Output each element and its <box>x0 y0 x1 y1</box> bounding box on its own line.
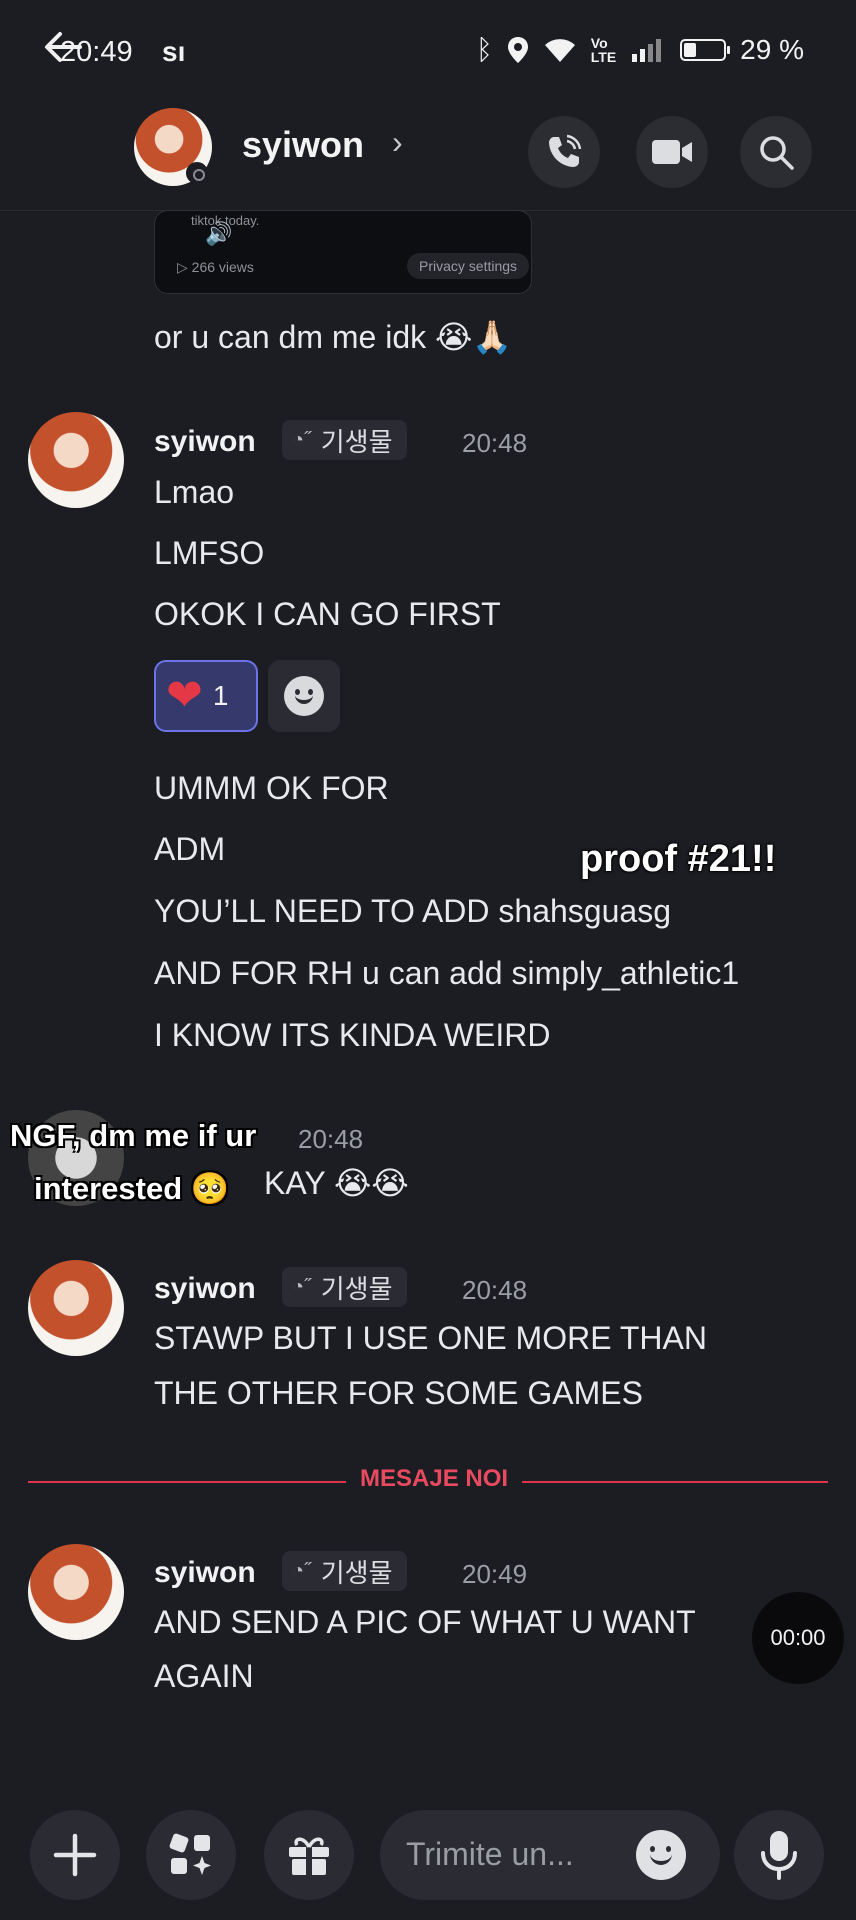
video-views: ▷ 266 views <box>177 259 254 275</box>
guild-tag[interactable]: ◔˝ 기생물 <box>282 1551 407 1591</box>
overlay-ngf-line1: NGF, dm me if ur <box>10 1118 257 1153</box>
guild-badge-icon: ◔˝ <box>292 1275 311 1298</box>
call-icon <box>549 134 582 167</box>
speaker-icon: 🔊 <box>205 221 233 246</box>
message-line: KAY <box>264 1165 326 1201</box>
apps-button[interactable] <box>146 1810 236 1900</box>
message-line: LMFSO <box>154 535 265 571</box>
reaction-count: 1 <box>212 680 229 711</box>
message-text: KAY 😭😭 <box>264 1164 409 1202</box>
emoji: 😭😭 <box>333 1165 409 1201</box>
privacy-settings-button[interactable]: Privacy settings <box>407 253 530 279</box>
message-username[interactable]: syiwon <box>154 425 256 459</box>
recording-timer: 00:00 <box>752 1592 844 1684</box>
location-icon <box>507 37 528 63</box>
search-button[interactable] <box>740 116 812 188</box>
volte-icon: Vo LTE <box>590 35 617 65</box>
carrier-icon: sı <box>162 36 186 67</box>
avatar[interactable] <box>28 412 124 508</box>
chevron-right-icon[interactable]: › <box>392 124 403 161</box>
overlay-ngf-text: interested <box>34 1171 183 1206</box>
message-line: STAWP BUT I USE ONE MORE THAN <box>154 1320 707 1356</box>
message-line: AGAIN <box>154 1658 254 1694</box>
message-line: AND FOR RH u can add simply_athletic1 <box>154 955 740 991</box>
guild-tag-label: 기생물 <box>320 1557 393 1588</box>
add-reaction-icon <box>284 676 324 716</box>
message-input[interactable]: Trimite un... <box>380 1810 720 1900</box>
message-line: Lmao <box>154 474 235 510</box>
message-timestamp: 20:49 <box>462 1559 528 1589</box>
overlay-ngf-line2: interested 🥺 <box>34 1170 229 1207</box>
emoji-icon[interactable] <box>636 1830 686 1880</box>
chat-header <box>0 110 856 211</box>
message-line: ADM <box>154 831 226 867</box>
views-count: 266 views <box>191 259 254 275</box>
mic-icon <box>761 1831 797 1880</box>
video-call-button[interactable] <box>636 116 708 188</box>
offline-status-icon <box>186 162 208 184</box>
chat-title[interactable]: syiwon <box>242 124 364 166</box>
avatar[interactable] <box>28 1544 124 1640</box>
status-bar: 20:49 sı ᛒ Vo LTE 29 % <box>0 0 856 110</box>
plus-icon <box>53 1833 97 1877</box>
message-username[interactable]: syiwon <box>154 1272 256 1306</box>
message-line: AND SEND A PIC OF WHAT U WANT <box>154 1604 696 1640</box>
message-line: OKOK I CAN GO FIRST <box>154 596 501 632</box>
message-line: THE OTHER FOR SOME GAMES <box>154 1375 643 1411</box>
back-arrow-icon <box>45 32 82 62</box>
battery-icon <box>680 39 731 61</box>
signal-icon <box>632 39 662 62</box>
guild-tag[interactable]: ◔˝ 기생물 <box>282 420 407 460</box>
guild-tag-label: 기생물 <box>320 426 393 457</box>
message-timestamp: 20:48 <box>462 428 528 458</box>
bluetooth-icon: ᛒ <box>475 34 493 65</box>
message-timestamp: 20:48 <box>298 1124 364 1154</box>
message-line: I KNOW ITS KINDA WEIRD <box>154 1017 551 1053</box>
apps-icon <box>169 1833 211 1875</box>
guild-badge-icon: ◔˝ <box>292 428 311 451</box>
message-line: YOU’LL NEED TO ADD shahsguasg <box>154 893 671 929</box>
new-messages-divider: MESAJE NOI <box>28 1465 828 1493</box>
gift-icon <box>289 1837 329 1875</box>
status-icons: ᛒ Vo LTE 29 % <box>476 34 804 66</box>
message-input-placeholder: Trimite un... <box>406 1836 574 1872</box>
attach-button[interactable] <box>30 1810 120 1900</box>
guild-tag[interactable]: ◔˝ 기생물 <box>282 1267 407 1307</box>
voice-call-button[interactable] <box>528 116 600 188</box>
heart-emoji: ❤ <box>166 671 203 720</box>
voice-message-button[interactable] <box>734 1810 824 1900</box>
video-icon <box>652 140 692 164</box>
message-text: or u can dm me idk 😭🙏🏻 <box>154 318 512 356</box>
back-button[interactable] <box>40 24 90 74</box>
overlay-proof-text: proof #21!! <box>579 838 777 881</box>
pleading-emoji: 🥺 <box>190 1171 230 1206</box>
guild-tag-label: 기생물 <box>320 1273 393 1304</box>
emoji: 😭🙏🏻 <box>435 319 513 355</box>
message-username[interactable]: syiwon <box>154 1556 256 1590</box>
message-line: or u can dm me idk <box>154 319 427 355</box>
avatar[interactable] <box>28 1260 124 1356</box>
message-timestamp: 20:48 <box>462 1275 528 1305</box>
wifi-icon <box>544 39 575 62</box>
add-reaction-button[interactable] <box>268 660 340 732</box>
reaction-heart[interactable]: ❤ 1 <box>154 660 258 732</box>
guild-badge-icon: ◔˝ <box>292 1559 311 1582</box>
new-messages-label: MESAJE NOI <box>346 1465 523 1493</box>
video-embed[interactable]: tiktok today. 🔊 ▷ 266 views Privacy sett… <box>154 210 532 294</box>
message-line: UMMM OK FOR <box>154 770 389 806</box>
gift-button[interactable] <box>264 1810 354 1900</box>
battery-percent: 29 % <box>740 34 804 65</box>
search-icon <box>760 136 794 170</box>
